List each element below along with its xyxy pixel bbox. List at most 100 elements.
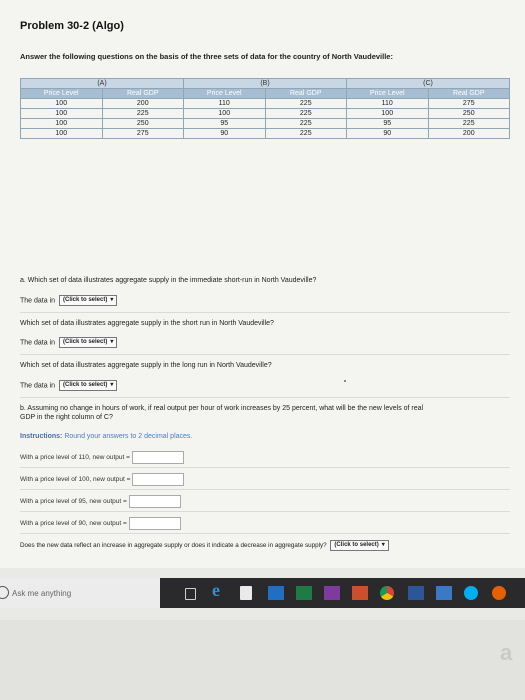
table-cell: 225 (264, 128, 347, 139)
instructions-text: Round your answers to 2 decimal places. (64, 433, 193, 440)
cortana-icon[interactable] (0, 586, 9, 599)
input-row-90: With a price level of 90, new output = (20, 517, 181, 530)
edge-icon[interactable]: e (212, 580, 220, 600)
table-cell: 275 (427, 98, 510, 109)
column-header: Real GDP (427, 88, 510, 99)
table-cell: 110 (346, 98, 429, 109)
input-row-100: With a price level of 100, new output = (20, 473, 185, 486)
firefox-icon[interactable] (492, 586, 506, 600)
table-cell: 100 (20, 108, 103, 119)
caret-down-icon: ▾ (381, 542, 385, 548)
task-view-icon[interactable] (185, 588, 196, 600)
answer-row-long-run: The data in (Click to select) ▾ (20, 380, 118, 391)
input-label: With a price level of 100, new output = (20, 476, 131, 484)
question-a: a. Which set of data illustrates aggrega… (20, 277, 317, 284)
column-header: Real GDP (264, 88, 347, 99)
table-row: 100 250 95 225 95 225 (20, 118, 510, 129)
divider (20, 397, 510, 398)
page-title: Problem 30-2 (Algo) (20, 20, 124, 32)
chrome-icon[interactable] (380, 586, 394, 600)
table-cell: 225 (264, 108, 347, 119)
answer-prefix: The data in (20, 382, 56, 390)
answer-row-short-run: The data in (Click to select) ▾ (20, 337, 118, 348)
table-cell: 100 (20, 118, 103, 129)
final-question-row: Does the new data reflect an increase in… (20, 540, 389, 551)
answer-prefix: The data in (20, 339, 56, 347)
input-row-110: With a price level of 110, new output = (20, 451, 184, 464)
select-dropdown-long-run[interactable]: (Click to select) ▾ (58, 380, 118, 391)
table-cell: 100 (346, 108, 429, 119)
data-table: (A) (B) (C) Price Level Real GDP Price L… (20, 78, 510, 139)
table-cell: 200 (101, 98, 184, 109)
outlook-icon[interactable] (268, 586, 284, 600)
table-cell: 110 (183, 98, 266, 109)
divider (20, 312, 510, 313)
divider (20, 489, 510, 490)
onenote-icon[interactable] (324, 586, 340, 600)
select-label: (Click to select) (62, 297, 108, 303)
cortana-search[interactable]: Ask me anything (0, 578, 160, 608)
instructions: Instructions: Round your answers to 2 de… (20, 433, 192, 440)
input-label: With a price level of 95, new output = (20, 498, 127, 506)
select-dropdown-final[interactable]: (Click to select) ▾ (330, 540, 389, 551)
divider (20, 533, 510, 534)
input-label: With a price level of 90, new output = (20, 520, 127, 528)
table-cell: 200 (427, 128, 510, 139)
table-cell: 90 (183, 128, 266, 139)
input-row-95: With a price level of 95, new output = (20, 495, 181, 508)
instructions-label: Instructions: (20, 433, 63, 440)
monitor-logo-fragment: a (500, 640, 513, 665)
select-label: (Click to select) (334, 542, 379, 548)
screen-bezel-area (0, 620, 525, 700)
column-header: Real GDP (101, 88, 184, 99)
caret-down-icon: ▾ (110, 382, 114, 388)
final-question: Does the new data reflect an increase in… (20, 542, 327, 550)
skype-icon[interactable] (464, 586, 478, 600)
output-input-90[interactable] (128, 517, 181, 530)
word-icon[interactable] (408, 586, 424, 600)
question-b-line1: b. Assuming no change in hours of work, … (20, 405, 424, 412)
set-b-header: (B) (183, 78, 347, 89)
table-cell: 275 (101, 128, 184, 139)
intro-text: Answer the following questions on the ba… (20, 52, 393, 61)
cursor-dot (344, 380, 346, 382)
table-cell: 225 (264, 98, 347, 109)
powerpoint-icon[interactable] (352, 586, 368, 600)
column-header: Price Level (183, 88, 266, 99)
search-placeholder: Ask me anything (12, 589, 72, 598)
question-short-run: Which set of data illustrates aggregate … (20, 320, 274, 327)
excel-icon[interactable] (296, 586, 312, 600)
table-cell: 100 (20, 98, 103, 109)
select-dropdown-a[interactable]: (Click to select) ▾ (58, 295, 118, 306)
answer-prefix: The data in (20, 297, 56, 305)
table-cell: 225 (427, 118, 510, 129)
table-cell: 250 (101, 118, 184, 129)
output-input-100[interactable] (132, 473, 185, 486)
answer-row-a: The data in (Click to select) ▾ (20, 295, 118, 306)
table-cell: 90 (346, 128, 429, 139)
store-icon[interactable] (240, 586, 252, 600)
output-input-95[interactable] (128, 495, 181, 508)
set-c-header: (C) (346, 78, 510, 89)
table-cell: 100 (183, 108, 266, 119)
output-input-110[interactable] (131, 451, 184, 464)
table-row: 100 200 110 225 110 275 (20, 98, 510, 109)
divider (20, 467, 510, 468)
taskbar: Ask me anything e (0, 578, 525, 608)
table-row: 100 225 100 225 100 250 (20, 108, 510, 119)
divider (20, 354, 510, 355)
photos-icon[interactable] (436, 586, 452, 600)
table-cell: 225 (264, 118, 347, 129)
select-label: (Click to select) (62, 339, 108, 345)
caret-down-icon: ▾ (110, 339, 114, 345)
table-cell: 95 (346, 118, 429, 129)
column-header: Price Level (346, 88, 429, 99)
table-cell: 225 (101, 108, 184, 119)
divider (20, 511, 510, 512)
column-header: Price Level (20, 88, 103, 99)
caret-down-icon: ▾ (110, 297, 114, 303)
set-a-header: (A) (20, 78, 184, 89)
assignment-page: Problem 30-2 (Algo) Answer the following… (0, 0, 525, 568)
question-long-run: Which set of data illustrates aggregate … (20, 362, 272, 369)
select-dropdown-short-run[interactable]: (Click to select) ▾ (58, 337, 118, 348)
